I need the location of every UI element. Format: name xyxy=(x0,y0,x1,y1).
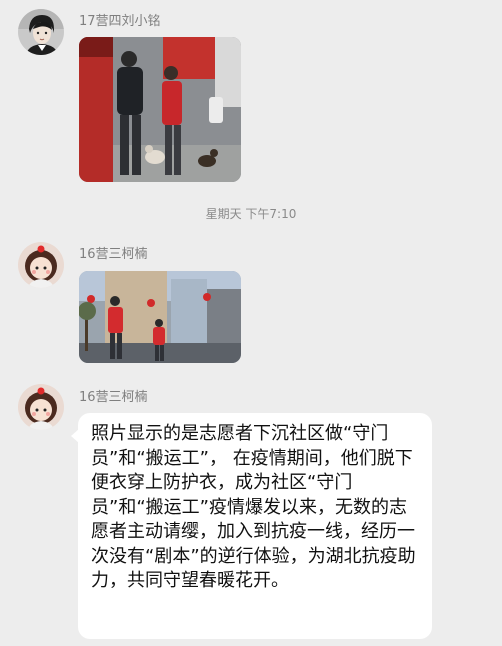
cartoon-girl-avatar-icon xyxy=(18,242,64,288)
bubble-tail xyxy=(71,429,79,443)
chat-timestamp: 星期天 下午7:10 xyxy=(205,207,297,221)
illustrated-man-avatar-icon xyxy=(18,9,64,55)
avatar[interactable] xyxy=(18,384,64,430)
message-photo[interactable] xyxy=(79,271,241,363)
sender-name: 16营三柯楠 xyxy=(79,390,148,405)
message-text: 照片显示的是志愿者下沉社区做“守门员”和“搬运工”， 在疫情期间，他们脱下便衣穿… xyxy=(91,423,416,591)
cartoon-girl-avatar-icon xyxy=(18,384,64,430)
avatar[interactable] xyxy=(18,9,64,55)
volunteers-street-photo xyxy=(79,271,241,363)
sender-name: 17营四刘小铭 xyxy=(79,14,161,29)
message-bubble[interactable]: 照片显示的是志愿者下沉社区做“守门员”和“搬运工”， 在疫情期间，他们脱下便衣穿… xyxy=(71,413,432,639)
message-photo[interactable] xyxy=(79,37,241,182)
avatar[interactable] xyxy=(18,242,64,288)
sender-name: 16营三柯楠 xyxy=(79,247,148,262)
volunteers-checkpoint-photo xyxy=(79,37,241,182)
